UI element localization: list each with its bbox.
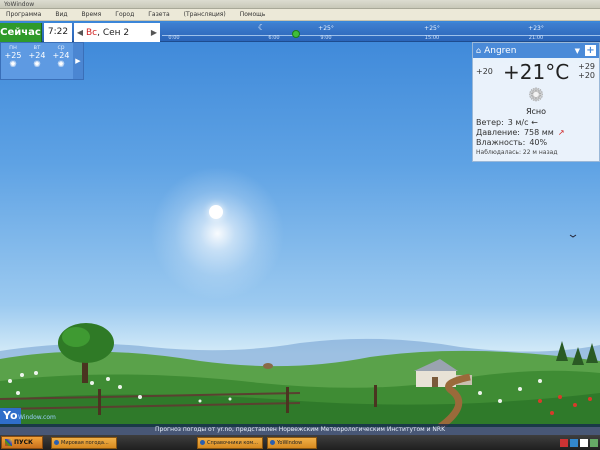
next-day-arrow-icon[interactable]: ▶ [148,28,160,37]
pressure-value: 758 мм [523,128,554,137]
bird [569,234,577,238]
current-temp: +21°C [503,60,570,84]
taskbar-item[interactable]: Мировая погода... [51,436,117,449]
now-button[interactable]: Сейчас [0,23,42,42]
hour-temp: +25° [424,25,440,32]
window-title: YoWindow [4,1,35,8]
tree-crown-shade [62,327,90,347]
add-city-button[interactable]: + [585,45,596,56]
hour-temp: +25° [318,25,334,32]
sun-icon: ✺ [57,60,65,70]
menu-newspaper[interactable]: Газета [148,11,169,18]
date-label: Вс, Сен 2 [86,28,148,38]
forecast-day[interactable]: пн +25 ✺ [1,43,25,79]
forecast-day-temp: +25 [4,51,22,60]
city-name[interactable]: Angren [484,46,575,56]
house-door [432,377,438,387]
time-track[interactable]: ☾ 0:00 6:00 9:00 15:00 21:00 +25° +25° +… [162,23,600,42]
humidity-value: 40% [529,138,548,147]
current-time: 7:22 [44,23,72,42]
temp-low: +20 [578,71,595,80]
prev-day-arrow-icon[interactable]: ◀ [74,28,86,37]
system-tray [560,437,598,448]
hour-temp: +23° [528,25,544,32]
humidity-label: Влажность: [476,138,526,147]
flag-icon[interactable] [580,438,588,447]
forecast-more-arrow-icon[interactable]: ▶ [73,43,83,79]
menu-program[interactable]: Программа [6,11,41,18]
hi-lo: +29 +20 [578,62,595,80]
tick-label: 21:00 [528,35,544,41]
wind-label: Ветер: [476,118,504,127]
wind-row: Ветер: 3 м/с ← [473,118,599,128]
forecast-day-temp: +24 [28,51,46,60]
sun-icon: ✺ [528,85,544,106]
taskbar-item[interactable]: Справочники ком... [197,436,263,449]
current-weather-panel: ⌂ Angren ▼ + +20 +21°C +29 +20 ✺ Ясно Ве… [472,42,600,162]
tray-icon[interactable] [590,438,598,447]
tick-label: 6:00 [268,35,280,41]
date-rest: , Сен 2 [97,27,130,38]
fence-post [98,389,101,415]
forecast-day-temp: +24 [52,51,70,60]
forecast-day-name: пн [9,44,17,51]
temp-high: +29 [578,62,595,71]
time-slider-handle[interactable] [292,30,300,38]
timeline-bar: Сейчас 7:22 ◀ Вс, Сен 2 ▶ ☾ 0:00 6:00 9:… [0,23,600,42]
panel-header: ⌂ Angren ▼ + [473,43,599,58]
pressure-trend-icon: ↗ [557,128,565,137]
start-button[interactable]: ПУСК [1,436,43,449]
menu-view[interactable]: Вид [55,11,67,18]
date-selector: ◀ Вс, Сен 2 ▶ [74,23,160,42]
fence-post [286,387,289,413]
menu-broadcast[interactable]: (Трансляция) [184,11,226,18]
temperature-row: +20 +21°C +29 +20 [473,58,599,86]
tray-icon[interactable] [560,438,568,447]
condition-text: Ясно [525,107,547,116]
taskbar: ПУСК Мировая погода... Справочники ком..… [0,435,600,450]
tick-label: 9:00 [320,35,332,41]
date-dow: Вс [86,27,98,38]
observed-time: Наблюдалась: 22 м назад [476,149,558,156]
fence-post [374,385,377,407]
tray-icon[interactable] [570,438,578,447]
tick-label: 0:00 [168,35,180,41]
humidity-row: Влажность: 40% [473,138,599,148]
logo-text: Window.com [18,414,56,421]
title-bar: YoWindow [0,0,600,9]
menu-time[interactable]: Время [82,11,102,18]
menu-city[interactable]: Город [115,11,134,18]
forecast-source-footer[interactable]: Прогноз погоды от yr.no, представлен Нор… [0,424,600,435]
horse [263,363,273,369]
sun-icon: ✺ [9,60,17,70]
forecast-panel: пн +25 ✺ вт +24 ✺ ср +24 ✺ ▶ [0,42,84,80]
tick-label: 15:00 [424,35,440,41]
pressure-row: Давление: 758 мм ↗ [473,128,599,138]
forecast-day-name: ср [57,44,65,51]
forecast-day[interactable]: вт +24 ✺ [25,43,49,79]
menu-bar: Программа Вид Время Город Газета (Трансл… [0,9,600,21]
home-icon[interactable]: ⌂ [476,46,481,55]
moon-icon: ☾ [258,23,266,32]
forecast-day-name: вт [33,44,41,51]
thermometer-temp: +20 [476,67,493,76]
taskbar-item[interactable]: YoWindow [267,436,317,449]
wind-value: 3 м/с ← [507,118,538,127]
chevron-down-icon[interactable]: ▼ [575,47,580,55]
pressure-label: Давление: [476,128,520,137]
forecast-day[interactable]: ср +24 ✺ [49,43,73,79]
menu-help[interactable]: Помощь [240,11,266,18]
sun-icon: ✺ [33,60,41,70]
